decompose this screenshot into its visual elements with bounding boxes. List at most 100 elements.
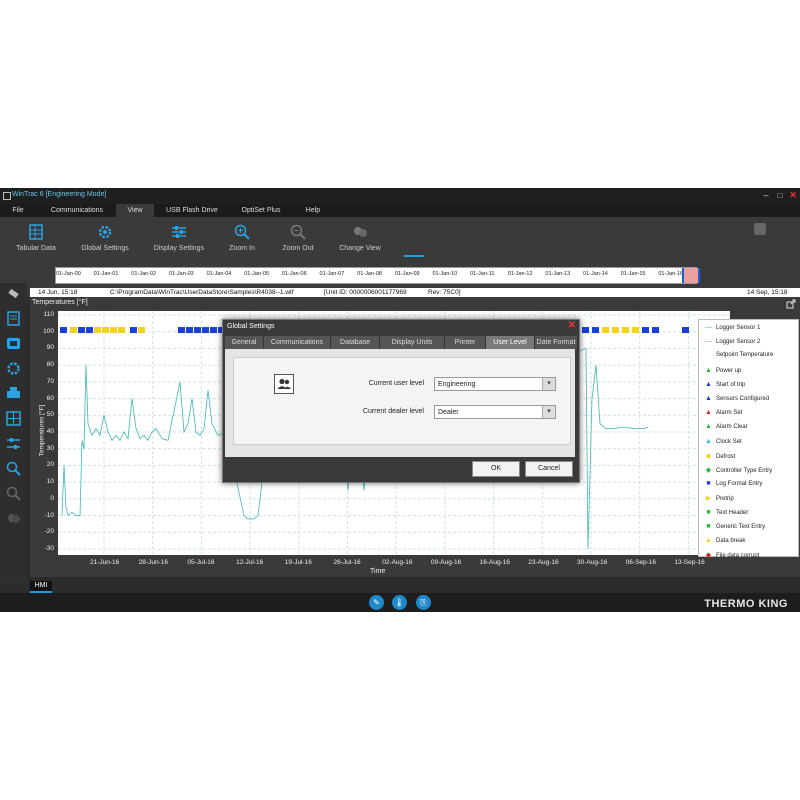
- event-marker[interactable]: [632, 327, 639, 334]
- legend-item[interactable]: ■ Text Header: [705, 509, 748, 516]
- x-tick-label: 12-Jul-16: [236, 559, 264, 566]
- table-view-icon[interactable]: [5, 410, 22, 427]
- ok-button[interactable]: OK: [472, 461, 520, 477]
- legend-item[interactable]: ▲ Alarm Clear: [705, 423, 748, 430]
- ribbon-extra-icon[interactable]: [754, 223, 766, 235]
- timeline-tick: 01-Jan-06: [281, 271, 307, 277]
- legend-item[interactable]: ▲ Sensors Configured: [705, 395, 769, 402]
- legend-item[interactable]: ◆ Controller Type Entry: [705, 466, 772, 474]
- event-marker[interactable]: [110, 327, 117, 334]
- event-marker[interactable]: [130, 327, 137, 334]
- legend-item[interactable]: Setpoint Temperature: [705, 352, 773, 358]
- y-tick-label: -30: [44, 545, 54, 552]
- menu-communications[interactable]: Communications: [42, 204, 112, 217]
- hmi-tab[interactable]: HMI: [30, 581, 52, 593]
- footer-bar: ✎ 🌡 ⎘ THERMO KING: [0, 593, 800, 612]
- event-marker[interactable]: [602, 327, 609, 334]
- legend-item[interactable]: — Logger Sensor 2: [705, 338, 760, 345]
- chevron-down-icon[interactable]: ▾: [542, 378, 555, 390]
- minimize-button[interactable]: –: [760, 189, 772, 202]
- legend-item[interactable]: ▲ Power up: [705, 367, 741, 374]
- maximize-button[interactable]: □: [774, 189, 786, 202]
- user-level-select[interactable]: Engineering ▾: [434, 377, 556, 391]
- tab-display-units[interactable]: Display Units: [380, 336, 445, 349]
- menu-view[interactable]: View: [116, 204, 154, 217]
- zoom-out-button[interactable]: Zoom Out: [276, 217, 320, 257]
- expand-icon[interactable]: [786, 299, 796, 309]
- event-marker[interactable]: [86, 327, 93, 334]
- search-icon[interactable]: [5, 460, 22, 477]
- event-marker[interactable]: [202, 327, 209, 334]
- timeline-tick: 01-Jan-10: [432, 271, 458, 277]
- footer-usb-icon[interactable]: ⎘: [416, 595, 431, 610]
- close-button[interactable]: ✕: [787, 189, 799, 202]
- legend-label: Generic Text Entry: [716, 523, 766, 530]
- event-marker[interactable]: [186, 327, 193, 334]
- menu-optiset-plus[interactable]: OptiSet Plus: [232, 204, 290, 217]
- legend-symbol: —: [705, 338, 712, 346]
- event-marker[interactable]: [194, 327, 201, 334]
- tab-user-level[interactable]: User Level: [486, 336, 535, 349]
- event-marker[interactable]: [642, 327, 649, 334]
- tab-database[interactable]: Database: [331, 336, 380, 349]
- satellite-icon[interactable]: [5, 285, 22, 302]
- settings-gear-icon[interactable]: [5, 360, 22, 377]
- legend-item[interactable]: ◆ File data corrupt: [705, 551, 760, 559]
- timeline-strip[interactable]: 01-Jan-00 01-Jan-01 01-Jan-02 01-Jan-03 01-J…: [55, 267, 700, 284]
- event-marker[interactable]: [60, 327, 67, 334]
- legend-item[interactable]: ▲ Data break: [705, 537, 745, 544]
- event-marker[interactable]: [582, 327, 589, 334]
- footer-edit-icon[interactable]: ✎: [369, 595, 384, 610]
- tab-general[interactable]: General: [225, 336, 264, 349]
- legend-item[interactable]: ■ Generic Text Entry: [705, 523, 765, 530]
- event-marker[interactable]: [70, 327, 77, 334]
- chevron-down-icon[interactable]: ▾: [542, 406, 555, 418]
- event-marker[interactable]: [210, 327, 217, 334]
- event-marker[interactable]: [138, 327, 145, 334]
- legend-item[interactable]: ◆ Defrost: [705, 452, 736, 460]
- printer-icon[interactable]: [5, 385, 22, 402]
- zoom-out-icon: [290, 224, 306, 240]
- tab-date-format[interactable]: Date Format: [535, 336, 578, 349]
- dialog-close-icon[interactable]: ✕: [568, 320, 576, 331]
- event-marker[interactable]: [592, 327, 599, 334]
- event-marker[interactable]: [652, 327, 659, 334]
- filter-sliders-icon[interactable]: [5, 435, 22, 452]
- menu-bar: File Communications View USB Flash Drive…: [0, 204, 800, 217]
- legend-item[interactable]: ▲ Alarm Set: [705, 409, 742, 416]
- timeline-selection-handle[interactable]: [682, 268, 700, 283]
- legend-item[interactable]: ▶ Pretrip: [705, 494, 734, 502]
- change-view-icon: [354, 227, 367, 237]
- event-marker[interactable]: [78, 327, 85, 334]
- cancel-button[interactable]: Cancel: [525, 461, 573, 477]
- display-settings-button[interactable]: Display Settings: [150, 217, 208, 257]
- timeline-tick: 01-Jan-11: [470, 271, 495, 277]
- tab-printer[interactable]: Printer: [445, 336, 486, 349]
- event-marker[interactable]: [612, 327, 619, 334]
- global-settings-button[interactable]: Global Settings: [76, 217, 134, 257]
- event-marker[interactable]: [118, 327, 125, 334]
- footer-thermometer-icon[interactable]: 🌡: [392, 595, 407, 610]
- event-marker[interactable]: [622, 327, 629, 334]
- menu-usb-flash-drive[interactable]: USB Flash Drive: [160, 204, 224, 217]
- legend-item[interactable]: ▲ Start of trip: [705, 381, 745, 388]
- dealer-level-select[interactable]: Dealer ▾: [434, 405, 556, 419]
- zoom-in-button[interactable]: Zoom In: [220, 217, 264, 257]
- database-icon[interactable]: [5, 335, 22, 352]
- change-view-button[interactable]: Change View: [334, 217, 386, 257]
- event-marker[interactable]: [178, 327, 185, 334]
- y-tick-label: -20: [44, 528, 54, 536]
- legend-item[interactable]: ▲ Clock Set: [705, 438, 742, 445]
- event-marker[interactable]: [94, 327, 101, 334]
- tab-communications[interactable]: Communications: [264, 336, 331, 349]
- event-marker[interactable]: [682, 327, 689, 334]
- legend-item[interactable]: — Logger Sensor 1: [705, 324, 760, 331]
- menu-file[interactable]: File: [5, 204, 31, 217]
- file-path: C:\ProgramData\WinTrac\UserDataStore\Sam…: [110, 289, 294, 296]
- legend-label: Controller Type Entry: [716, 468, 773, 474]
- menu-help[interactable]: Help: [298, 204, 328, 217]
- event-marker[interactable]: [102, 327, 109, 334]
- legend-item[interactable]: ■ Log Format Entry: [705, 480, 762, 487]
- document-icon[interactable]: [5, 310, 22, 327]
- tabular-data-button[interactable]: Tabular Data: [10, 217, 62, 257]
